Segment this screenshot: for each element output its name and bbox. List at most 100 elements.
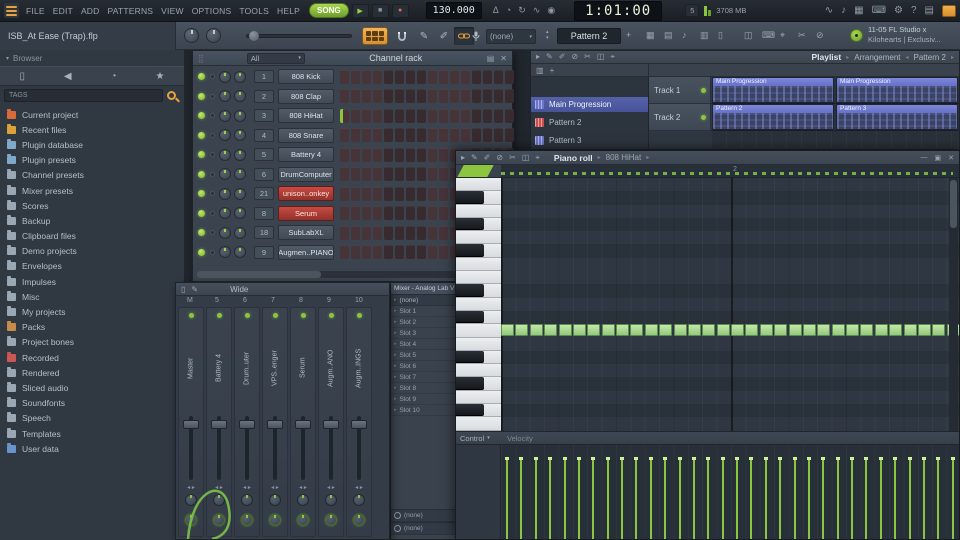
step-cell[interactable]: [395, 226, 404, 240]
midi-note[interactable]: [918, 324, 931, 336]
midi-note[interactable]: [559, 324, 572, 336]
step-cell[interactable]: [340, 89, 349, 103]
step-cell[interactable]: [439, 128, 448, 142]
browser-item[interactable]: Rendered: [0, 365, 184, 380]
pattern-item[interactable]: Pattern 2: [531, 115, 648, 130]
playlist-clip[interactable]: Pattern 2: [712, 104, 834, 130]
step-cell[interactable]: [351, 167, 360, 181]
piano-key[interactable]: [456, 351, 501, 364]
channel-button[interactable]: 808 HiHat: [278, 108, 334, 123]
velocity-stem[interactable]: [592, 457, 594, 539]
midi-note[interactable]: [875, 324, 888, 336]
delete-tool-icon[interactable]: ⊘: [571, 52, 578, 62]
volume-knob[interactable]: [234, 207, 246, 219]
insert-slot[interactable]: ▸Slot 7: [391, 372, 457, 383]
step-cell[interactable]: [406, 206, 415, 220]
step-cell[interactable]: [406, 187, 415, 201]
midi-note[interactable]: [587, 324, 600, 336]
step-cell[interactable]: [472, 128, 481, 142]
zoom-tool-icon[interactable]: ⌖: [535, 153, 540, 163]
window-title[interactable]: Mixer - Analog Lab V: [391, 283, 457, 295]
piano-key[interactable]: [456, 311, 501, 324]
pan-knob[interactable]: [213, 514, 225, 526]
velocity-stem[interactable]: [794, 457, 796, 539]
volume-fader[interactable]: [245, 416, 249, 480]
volume-fader[interactable]: [273, 416, 277, 480]
step-cell[interactable]: [395, 109, 404, 123]
cut-tool-icon[interactable]: ✂: [798, 30, 806, 41]
step-cell[interactable]: [395, 206, 404, 220]
step-cell[interactable]: [384, 89, 393, 103]
channel-button[interactable]: unison..onkey: [278, 186, 334, 201]
step-cell[interactable]: [373, 89, 382, 103]
mixer-view-selector[interactable]: Wide: [230, 285, 248, 294]
step-cell[interactable]: [351, 226, 360, 240]
browser-item[interactable]: Demo projects: [0, 244, 184, 259]
step-cell[interactable]: [362, 109, 371, 123]
velocity-stem[interactable]: [693, 457, 695, 539]
step-cell[interactable]: [362, 148, 371, 162]
step-cell[interactable]: [428, 245, 437, 259]
step-cell[interactable]: [494, 70, 503, 84]
step-cell[interactable]: [494, 109, 503, 123]
stereo-sep-knob[interactable]: [241, 494, 253, 506]
pan-knob[interactable]: [269, 514, 281, 526]
browser-item[interactable]: Scores: [0, 198, 184, 213]
chevron-left-icon[interactable]: ◂: [906, 54, 909, 61]
pan-knob[interactable]: [219, 129, 231, 141]
route-arrows[interactable]: ◂ ▸: [347, 484, 371, 491]
channel-enable-led[interactable]: [198, 151, 205, 158]
step-cell[interactable]: [351, 89, 360, 103]
menu-file[interactable]: FILE: [22, 6, 49, 16]
velocity-stem[interactable]: [865, 457, 867, 539]
add-pattern-icon[interactable]: +: [550, 66, 555, 75]
step-cell[interactable]: [472, 70, 481, 84]
browser-item[interactable]: Backup: [0, 213, 184, 228]
channel-number-button[interactable]: 1: [254, 70, 274, 83]
track-header[interactable]: Track 2: [649, 104, 711, 131]
channel-number-button[interactable]: 6: [254, 168, 274, 181]
tempo-tap-icon[interactable]: ⌖: [780, 30, 785, 41]
step-cell[interactable]: [406, 109, 415, 123]
step-cell[interactable]: [362, 70, 371, 84]
master-pitch-knob[interactable]: [206, 28, 221, 43]
step-cell[interactable]: [373, 187, 382, 201]
step-cell[interactable]: [428, 109, 437, 123]
track-led[interactable]: [701, 115, 706, 120]
mixer-strip[interactable]: Battery 4◂ ▸: [206, 307, 232, 537]
stereo-sep-knob[interactable]: [297, 494, 309, 506]
stop-button[interactable]: ■: [372, 4, 389, 18]
piano-key[interactable]: [456, 231, 501, 244]
channel-enable-led[interactable]: [198, 93, 205, 100]
piano-key[interactable]: [456, 404, 501, 417]
volume-fader[interactable]: [217, 416, 221, 480]
velocity-stem[interactable]: [952, 457, 954, 539]
midi-note[interactable]: [602, 324, 615, 336]
menu-edit[interactable]: EDIT: [49, 6, 77, 16]
volume-fader[interactable]: [357, 416, 361, 480]
midi-note[interactable]: [789, 324, 802, 336]
piano-key[interactable]: [456, 364, 501, 377]
browser-item[interactable]: Misc: [0, 289, 184, 304]
step-cell[interactable]: [406, 89, 415, 103]
step-cell[interactable]: [362, 187, 371, 201]
step-cell[interactable]: [417, 70, 426, 84]
insert-slot[interactable]: ▸Slot 3: [391, 328, 457, 339]
midi-note[interactable]: [501, 324, 514, 336]
step-cell[interactable]: [483, 70, 492, 84]
velocity-stem[interactable]: [506, 457, 508, 539]
menu-patterns[interactable]: PATTERNS: [103, 6, 157, 16]
piano-key[interactable]: [456, 324, 501, 337]
browser-item[interactable]: Clipboard files: [0, 229, 184, 244]
step-cell[interactable]: [384, 206, 393, 220]
velocity-stem[interactable]: [808, 457, 810, 539]
step-cell[interactable]: [362, 128, 371, 142]
volume-knob[interactable]: [234, 90, 246, 102]
step-cell[interactable]: [439, 70, 448, 84]
channel-rack-window-icon[interactable]: ▤: [664, 30, 673, 41]
channel-button[interactable]: Serum: [278, 206, 334, 221]
app-menu-icon[interactable]: [4, 3, 19, 18]
midi-note[interactable]: [645, 324, 658, 336]
step-cell[interactable]: [406, 70, 415, 84]
insert-slot[interactable]: ▸Slot 9: [391, 394, 457, 405]
